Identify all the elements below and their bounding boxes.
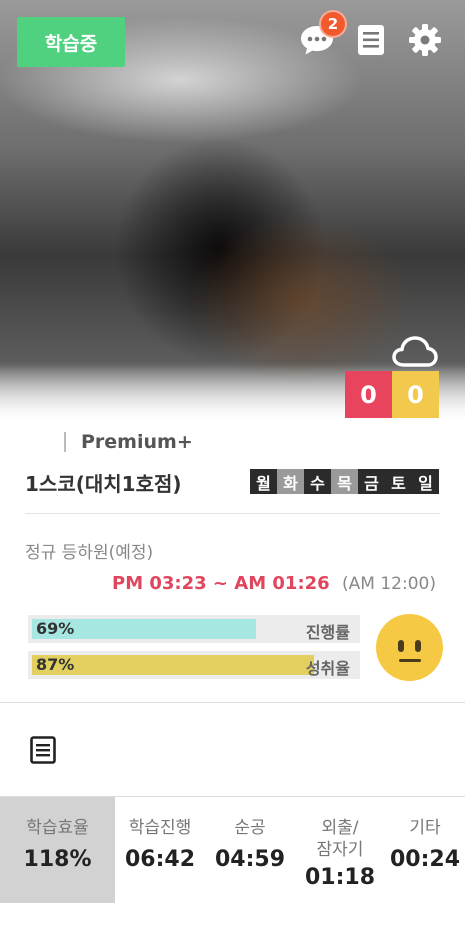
- document-icon: [358, 25, 384, 55]
- day-sat: 토: [385, 469, 412, 494]
- score-red: 0: [345, 371, 392, 418]
- top-toolbar: 2: [299, 10, 443, 58]
- day-thu: 목: [331, 469, 358, 494]
- achievement-bar: 87% 성취율: [28, 651, 360, 679]
- stat-efficiency[interactable]: 학습효율 118%: [0, 797, 115, 903]
- day-mon: 월: [250, 469, 277, 494]
- day-wed: 수: [304, 469, 331, 494]
- stat-value: 00:24: [389, 847, 461, 872]
- settings-button[interactable]: [407, 22, 443, 58]
- section-divider: [25, 513, 440, 514]
- document-icon: [30, 736, 56, 764]
- branch-name: 1스코(대치1호점): [25, 472, 182, 496]
- stat-other[interactable]: 기타 00:24: [385, 797, 465, 903]
- schedule-time-range: PM 03:23 ~ AM 01:26: [112, 573, 330, 594]
- stat-value: 04:59: [214, 847, 286, 872]
- notes-button[interactable]: [353, 22, 389, 58]
- day-sun: 일: [412, 469, 439, 494]
- score-yellow: 0: [392, 371, 439, 418]
- face-right-eye: [415, 640, 421, 652]
- stat-value: 06:42: [124, 847, 196, 872]
- weekday-schedule: 월 화 수 목 금 토 일: [250, 469, 439, 494]
- message-count-badge: 2: [319, 10, 347, 38]
- day-tue: 화: [277, 469, 304, 494]
- stat-label: 외출/ 잠자기: [316, 818, 364, 860]
- stat-away-sleep[interactable]: 외출/ 잠자기 01:18: [295, 797, 385, 903]
- progress-bar: 69% 진행률: [28, 615, 360, 643]
- neutral-face-icon: [376, 614, 443, 681]
- progress-percent: 69%: [36, 619, 75, 638]
- achievement-label: 성취율: [305, 659, 350, 678]
- study-stats: 학습효율 118% 학습진행 06:42 순공 04:59 외출/ 잠자기 01…: [0, 797, 465, 903]
- stat-value: 118%: [23, 847, 92, 872]
- face-mouth: [399, 659, 421, 662]
- stat-pure-study[interactable]: 순공 04:59: [205, 797, 295, 903]
- schedule-label: 정규 등하원(예정): [25, 543, 154, 563]
- report-button[interactable]: [30, 736, 56, 768]
- face-left-eye: [398, 640, 404, 652]
- stat-label: 순공: [234, 818, 266, 838]
- gear-icon: [409, 24, 441, 56]
- stat-progress[interactable]: 학습진행 06:42: [115, 797, 205, 903]
- stat-label: 학습효율: [26, 818, 89, 838]
- study-status-button[interactable]: 학습중: [17, 17, 125, 67]
- day-fri: 금: [358, 469, 385, 494]
- progress-label: 진행률: [305, 623, 350, 642]
- section-divider: [0, 702, 465, 703]
- achievement-bar-fill: [32, 655, 314, 675]
- stat-label: 기타: [409, 818, 441, 838]
- membership-label: Premium+: [81, 431, 193, 453]
- stat-value: 01:18: [304, 865, 376, 890]
- membership-row: Premium+: [64, 430, 193, 454]
- stat-label: 학습진행: [128, 818, 192, 838]
- achievement-percent: 87%: [36, 655, 75, 674]
- membership-divider: [64, 432, 66, 452]
- schedule-sub-time: (AM 12:00): [342, 574, 436, 594]
- cloud-icon: [392, 336, 438, 367]
- chat-button[interactable]: 2: [299, 10, 347, 58]
